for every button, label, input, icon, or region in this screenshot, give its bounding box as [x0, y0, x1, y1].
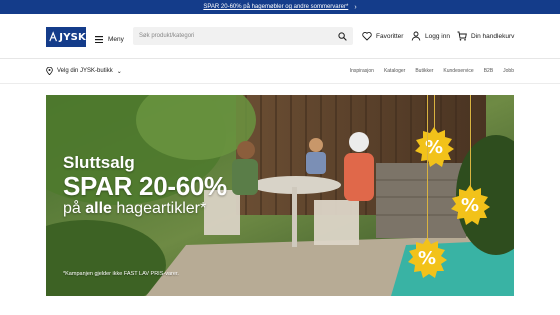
- location-pin-icon: [46, 67, 53, 75]
- percent-badge: %: [450, 185, 490, 225]
- percent-badge: %: [407, 238, 447, 278]
- login-button[interactable]: Logg inn: [411, 31, 450, 41]
- search-placeholder: Søk produkt/kategori: [139, 33, 195, 39]
- store-picker-label: Velg din JYSK-butikk: [57, 68, 113, 74]
- subnav-link-butikker[interactable]: Butikker: [415, 68, 433, 74]
- subnav-link-kataloger[interactable]: Kataloger: [384, 68, 405, 74]
- subnav-link-jobb[interactable]: Jobb: [503, 68, 514, 74]
- badge-rope: [427, 95, 428, 240]
- percent-badge: %: [414, 127, 454, 167]
- user-icon: [411, 31, 421, 41]
- logo-mark-icon: [49, 31, 57, 42]
- badge-rope: [434, 95, 435, 129]
- hero-headline: Sluttsalg SPAR 20-60% på alle hageartikl…: [63, 153, 227, 218]
- chevron-down-icon: ⌄: [116, 68, 122, 75]
- subnav-link-kundeservice[interactable]: Kundeservice: [443, 68, 473, 74]
- favorites-button[interactable]: Favoritter: [362, 31, 403, 41]
- subnav-link-inspirasjon[interactable]: Inspirasjon: [350, 68, 374, 74]
- hero-line-sluttsalg: Sluttsalg: [63, 153, 135, 172]
- cart-label: Din handlekurv: [471, 32, 515, 40]
- hero-disclaimer: *Kampanjen gjelder ikke FAST LAV PRIS-va…: [63, 271, 179, 277]
- menu-button[interactable]: Meny: [95, 36, 124, 43]
- subnav-links: Inspirasjon Kataloger Butikker Kundeserv…: [350, 68, 514, 74]
- logo-text: JYSK: [59, 31, 86, 43]
- promo-bar[interactable]: SPAR 20-60% på hagemøbler og andre somme…: [0, 0, 560, 14]
- badge-rope: [470, 95, 471, 187]
- hero-banner[interactable]: Sluttsalg SPAR 20-60% på alle hageartikl…: [46, 95, 514, 296]
- heart-icon: [362, 32, 372, 41]
- jysk-logo[interactable]: JYSK: [46, 27, 86, 47]
- search-icon[interactable]: [338, 31, 347, 41]
- hero-line-discount: SPAR 20-60%: [63, 171, 227, 201]
- hamburger-icon: [95, 36, 103, 43]
- cart-icon: [457, 31, 467, 41]
- login-label: Logg inn: [425, 32, 450, 40]
- sub-navigation: Velg din JYSK-butikk ⌄ Inspirasjon Katal…: [0, 59, 560, 84]
- search-input[interactable]: Søk produkt/kategori: [133, 27, 353, 45]
- menu-label: Meny: [108, 36, 124, 43]
- favorites-label: Favoritter: [376, 32, 404, 40]
- site-header: JYSK Meny Søk produkt/kategori Favoritte…: [0, 14, 560, 59]
- promo-link[interactable]: SPAR 20-60% på hagemøbler og andre somme…: [203, 4, 348, 10]
- chevron-right-icon: ›: [354, 3, 357, 11]
- cart-button[interactable]: Din handlekurv: [457, 31, 514, 41]
- store-picker[interactable]: Velg din JYSK-butikk ⌄: [46, 67, 122, 75]
- subnav-link-b2b[interactable]: B2B: [484, 68, 493, 74]
- hero-line-garden: på alle hageartikler*: [63, 200, 207, 217]
